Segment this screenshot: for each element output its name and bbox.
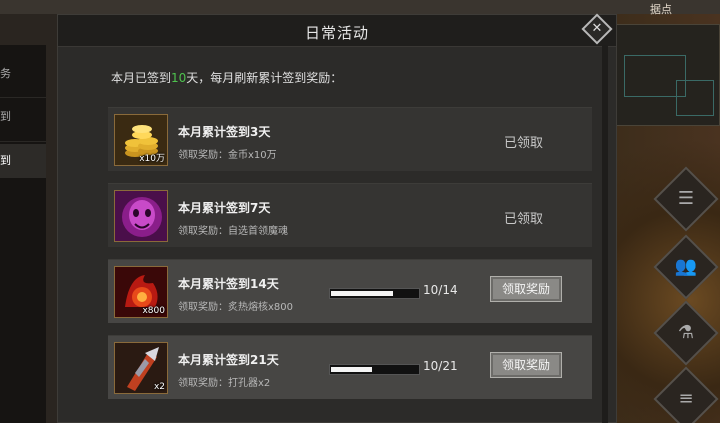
- progress-bar: [329, 364, 420, 375]
- reward-row: 本月累计签到7天 领取奖励：自选首领魔魂 已领取: [108, 183, 592, 247]
- summary-suffix: 天，每月刷新累计签到奖励：: [186, 71, 343, 85]
- claim-reward-button[interactable]: 领取奖励: [490, 352, 562, 378]
- progress-text: 10/14: [423, 283, 458, 297]
- reward-title: 本月累计签到7天: [178, 201, 271, 215]
- reward-title: 本月累计签到21天: [178, 353, 279, 367]
- item-quantity: x10万: [139, 154, 165, 164]
- signin-days-count: 10: [171, 71, 187, 85]
- panel-title: 日常活动: [304, 24, 369, 42]
- scroll-icon: ☰: [677, 188, 695, 209]
- reward-description: 领取奖励：金币x10万: [178, 150, 277, 161]
- reward-row: x10万 本月累计签到3天 领取奖励：金币x10万 已领取: [108, 107, 592, 171]
- progress-bar: [329, 288, 420, 299]
- tab-2[interactable]: 到: [0, 100, 46, 134]
- reward-row: x2 本月累计签到21天 领取奖励：打孔器x2 10/21 领取奖励: [108, 335, 592, 399]
- claimed-status: 已领取: [504, 212, 544, 227]
- progress-text: 10/21: [423, 359, 458, 373]
- claim-reward-button[interactable]: 领取奖励: [490, 276, 562, 302]
- item-quantity: x2: [153, 382, 165, 392]
- minimap[interactable]: [615, 24, 720, 126]
- tab-3-active[interactable]: 到: [0, 144, 46, 178]
- list-icon: ≡: [678, 388, 694, 409]
- signin-summary: 本月已签到10天，每月刷新累计签到奖励：: [111, 69, 342, 86]
- drill-tool-icon: x2: [114, 342, 168, 394]
- panel-edge: [602, 45, 608, 423]
- progress-fill: [331, 291, 393, 296]
- people-icon: 👥: [674, 256, 698, 277]
- reward-title: 本月累计签到3天: [178, 125, 271, 139]
- activity-tabs: 务 到 到: [0, 45, 46, 423]
- panel-header: 日常活动 ✕: [58, 13, 616, 47]
- claimed-status: 已领取: [504, 136, 544, 151]
- tab-2-label: 到: [0, 110, 11, 123]
- tab-1[interactable]: 务: [0, 57, 46, 91]
- tab-divider: [0, 97, 46, 98]
- demon-soul-icon: [114, 190, 168, 242]
- progress-fill: [331, 367, 372, 372]
- close-icon: ✕: [591, 21, 603, 36]
- reward-description: 领取奖励：打孔器x2: [178, 378, 271, 389]
- reward-description: 领取奖励：自选首领魔魂: [178, 226, 288, 237]
- top-bar: [0, 0, 720, 14]
- reward-row: x800 本月累计签到14天 领取奖励：炙热熔核x800 10/14 领取奖励: [108, 259, 592, 323]
- tab-3-label: 到: [0, 154, 11, 167]
- minimap-label: 据点: [650, 3, 672, 16]
- summary-prefix: 本月已签到: [111, 71, 172, 85]
- reward-title: 本月累计签到14天: [178, 277, 279, 291]
- reward-description: 领取奖励：炙热熔核x800: [178, 302, 294, 313]
- tab-divider: [0, 141, 46, 142]
- gold-coins-icon: x10万: [114, 114, 168, 166]
- tab-1-label: 务: [0, 67, 11, 80]
- item-quantity: x800: [142, 306, 165, 316]
- fire-core-icon: x800: [114, 266, 168, 318]
- potion-icon: ⚗: [677, 322, 695, 343]
